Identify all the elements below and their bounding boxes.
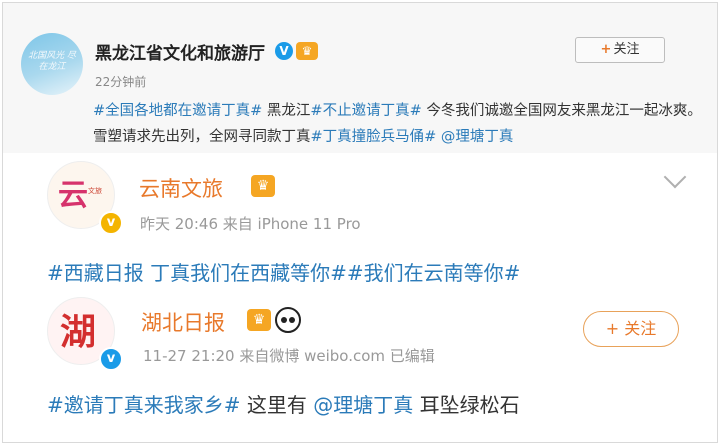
post-text: 黑龙江 <box>262 103 311 119</box>
mention-link[interactable]: @理塘丁真 <box>313 393 413 417</box>
hashtag-link[interactable]: #不止邀请丁真# <box>310 103 421 119</box>
avatar-text: 湖 <box>60 311 97 353</box>
account-name[interactable]: 湖北日报 <box>141 307 225 337</box>
hashtag-link[interactable]: #全国各地都在邀请丁真# <box>93 103 262 119</box>
post-heilongjiang: 北国风光 尽在龙江 黑龙江省文化和旅游厅 V ♛ + 关注 22分钟前 #全国各地… <box>3 3 717 153</box>
verified-icon: v <box>99 211 123 235</box>
crown-icon: ♛ <box>247 309 271 331</box>
account-name[interactable]: 黑龙江省文化和旅游厅 <box>95 39 265 64</box>
post-hubei: 湖 v 湖北日报 ♛ + 关注 11-27 21:20 来自微博 weibo.c… <box>3 293 717 442</box>
avatar-text: 北国风光 尽在龙江 <box>28 51 76 72</box>
post-yunnan: 云南 文旅 v 云南文旅 ♛ 昨天 20:46 来自 iPhone 11 Pro… <box>3 153 717 293</box>
account-name[interactable]: 云南文旅 <box>139 173 223 203</box>
follow-button[interactable]: + 关注 <box>583 311 679 347</box>
chevron-down-icon[interactable] <box>663 165 687 189</box>
post-time[interactable]: 11-27 21:20 来自微博 weibo.com 已编辑 <box>143 345 435 366</box>
post-content: #全国各地都在邀请丁真# 黑龙江#不止邀请丁真# 今冬我们诚邀全国网友来黑龙江一… <box>93 98 703 150</box>
post-time[interactable]: 昨天 20:46 来自 iPhone 11 Pro <box>140 213 361 234</box>
mention-link[interactable]: @理塘丁真 <box>436 129 514 145</box>
crown-icon: ♛ <box>251 175 275 197</box>
hashtag-link[interactable]: #邀请丁真来我家乡# <box>47 393 241 417</box>
verified-icon: V <box>275 42 293 60</box>
crown-icon: ♛ <box>296 42 318 60</box>
post-text: 这里有 <box>240 393 314 417</box>
hashtag-link[interactable]: #丁真撞脸兵马俑# <box>311 129 437 145</box>
avatar[interactable]: 北国风光 尽在龙江 <box>21 33 83 95</box>
panda-icon <box>275 307 301 333</box>
follow-label: 关注 <box>613 42 640 57</box>
post-content: #邀请丁真来我家乡# 这里有 @理塘丁真 耳坠绿松石 <box>47 389 520 418</box>
post-time[interactable]: 22分钟前 <box>95 73 146 90</box>
post-text: 耳坠绿松石 <box>413 393 520 417</box>
post-content[interactable]: #西藏日报 丁真我们在西藏等你##我们在云南等你# <box>47 257 520 286</box>
plus-icon: + <box>600 42 612 57</box>
follow-button[interactable]: + 关注 <box>575 37 665 63</box>
avatar-small-text: 文旅 <box>88 187 102 195</box>
weibo-feed: 北国风光 尽在龙江 黑龙江省文化和旅游厅 V ♛ + 关注 22分钟前 #全国各地… <box>2 2 718 443</box>
verified-icon: v <box>99 347 123 371</box>
